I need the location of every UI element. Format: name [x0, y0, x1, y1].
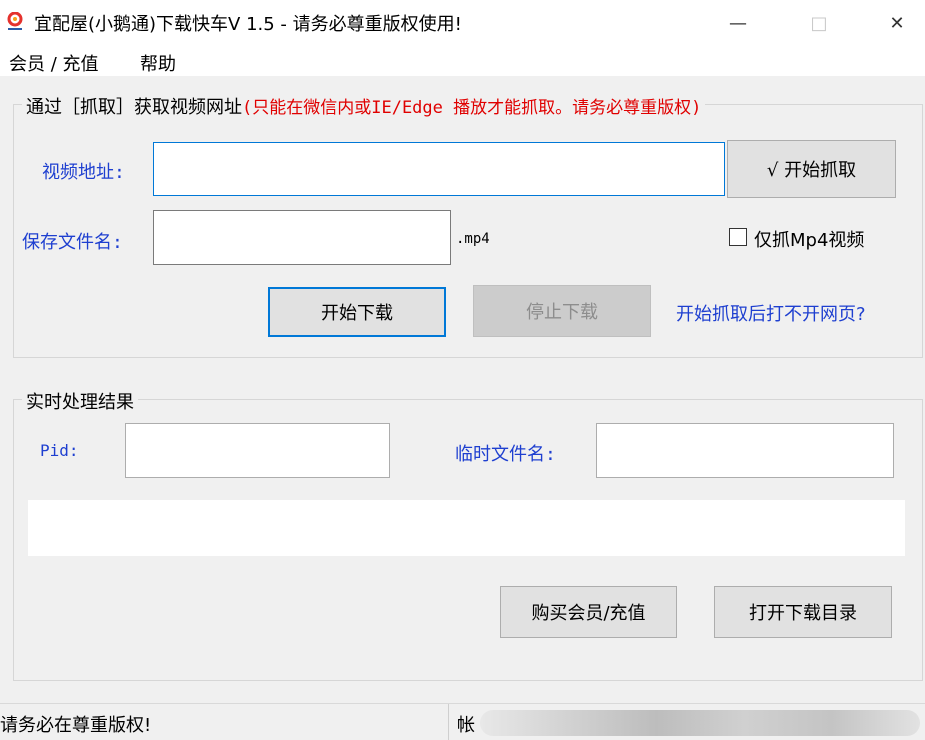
capture-groupbox-legend: 通过［抓取］获取视频网址(只能在微信内或IE/Edge 播放才能抓取。请务必尊重…	[22, 93, 706, 119]
video-url-input[interactable]	[153, 142, 725, 196]
start-download-button[interactable]: 开始下载	[268, 287, 446, 337]
temp-filename-label: 临时文件名:	[455, 444, 556, 465]
video-url-label: 视频地址:	[42, 162, 125, 183]
menu-bar: 会员 / 充值 帮助	[0, 46, 925, 76]
capture-legend-title: 通过［抓取］获取视频网址	[26, 97, 242, 118]
save-filename-label: 保存文件名:	[22, 232, 123, 253]
status-left-text: 请务必在尊重版权!	[0, 715, 152, 736]
pid-field[interactable]	[125, 423, 390, 478]
close-button[interactable]: ✕	[874, 0, 920, 46]
title-bar: 宜配屋(小鹅通)下载快车V 1.5 - 请务必尊重版权使用! — □ ✕	[0, 0, 925, 46]
stop-download-button[interactable]: 停止下载	[473, 285, 651, 337]
start-capture-button[interactable]: √ 开始抓取	[727, 140, 896, 198]
capture-legend-note: (只能在微信内或IE/Edge 播放才能抓取。请务必尊重版权)	[242, 98, 702, 118]
status-account-prefix: 帐	[457, 715, 475, 736]
pid-label: Pid:	[40, 441, 79, 460]
capture-help-link[interactable]: 开始抓取后打不开网页?	[676, 300, 866, 326]
result-groupbox-legend: 实时处理结果	[22, 388, 138, 414]
window-title: 宜配屋(小鹅通)下载快车V 1.5 - 请务必尊重版权使用!	[34, 14, 462, 35]
menu-help[interactable]: 帮助	[140, 50, 176, 76]
temp-filename-field[interactable]	[596, 423, 894, 478]
save-filename-input[interactable]	[153, 210, 451, 265]
app-logo-icon	[7, 12, 23, 30]
status-bar: 请务必在尊重版权! 帐	[0, 703, 925, 740]
status-divider	[448, 704, 449, 740]
buy-member-button[interactable]: 购买会员/充值	[500, 586, 677, 638]
maximize-button[interactable]: □	[796, 0, 842, 46]
mp4-only-label[interactable]: 仅抓Mp4视频	[754, 226, 864, 252]
menu-member-recharge[interactable]: 会员 / 充值	[9, 50, 99, 76]
log-output-area	[28, 500, 905, 556]
mp4-only-checkbox[interactable]	[729, 228, 747, 246]
extension-label: .mp4	[456, 231, 490, 247]
status-account-redacted	[480, 710, 920, 736]
open-download-dir-button[interactable]: 打开下载目录	[714, 586, 892, 638]
minimize-button[interactable]: —	[715, 0, 761, 46]
